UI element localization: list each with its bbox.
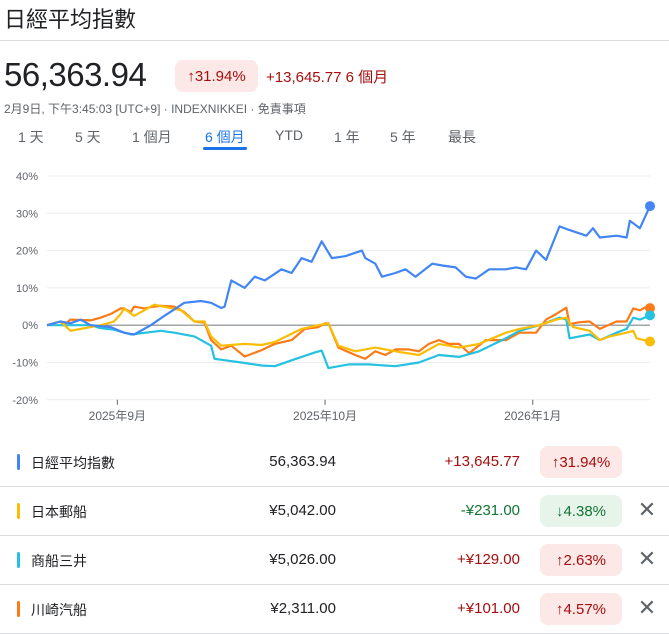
security-change-percent-badge: ↑2.63% (540, 544, 622, 576)
page-title: 日經平均指數 (4, 7, 137, 32)
tab-1d[interactable]: 1 天 (18, 127, 44, 147)
x-tick-label: 2025年9月 (89, 409, 146, 423)
stock-compare-panel: 日經平均指數 56,363.94 ↑31.94% +13,645.77 6 個月… (0, 0, 669, 634)
security-change: +¥101.00 (457, 600, 520, 617)
security-price: ¥2,311.00 (270, 600, 336, 617)
x-tick-label: 2026年1月 (504, 409, 561, 423)
tab-ytd[interactable]: YTD (275, 127, 303, 143)
series-color-marker (17, 454, 20, 470)
security-name: 商船三井 (31, 553, 87, 569)
security-price: ¥5,026.00 (269, 551, 336, 568)
security-change-percent-badge: ↑4.57% (540, 593, 622, 625)
security-change: +¥129.00 (457, 551, 520, 568)
tab-5d[interactable]: 5 天 (75, 127, 101, 147)
security-name: 川崎汽船 (31, 602, 87, 618)
change-percent-badge: ↑31.94% (175, 60, 258, 92)
divider (0, 40, 669, 41)
y-tick-label: 10% (16, 283, 38, 295)
tab-1m[interactable]: 1 個月 (132, 127, 172, 147)
y-tick-label: 40% (16, 171, 38, 183)
remove-comparison-icon[interactable]: ✕ (636, 497, 658, 523)
series-end-dot (645, 201, 655, 212)
remove-comparison-icon[interactable]: ✕ (636, 546, 658, 572)
security-price: ¥5,042.00 (269, 502, 336, 519)
security-change-percent-badge: ↓4.38% (540, 495, 622, 527)
table-row[interactable]: 川崎汽船 ¥2,311.00 +¥101.00 ↑4.57% ✕ (0, 585, 669, 633)
security-name: 日經平均指數 (31, 455, 115, 471)
x-tick-label: 2025年10月 (293, 409, 357, 423)
y-tick-label: -20% (12, 395, 38, 407)
series-end-dot (645, 310, 655, 321)
series-color-marker (17, 601, 20, 617)
remove-comparison-icon[interactable]: ✕ (636, 595, 658, 621)
table-row[interactable]: 商船三井 ¥5,026.00 +¥129.00 ↑2.63% ✕ (0, 536, 669, 584)
security-price: 56,363.94 (269, 453, 336, 470)
series-line-商船三井 (47, 314, 651, 370)
tab-1y[interactable]: 1 年 (334, 127, 360, 147)
y-tick-label: 0% (22, 320, 38, 332)
y-tick-label: -10% (12, 358, 38, 370)
table-row[interactable]: 日經平均指數 56,363.94 +13,645.77 ↑31.94% (0, 438, 669, 486)
tab-max[interactable]: 最長 (448, 127, 476, 147)
series-color-marker (17, 552, 20, 568)
y-tick-label: 20% (16, 246, 38, 258)
current-price: 56,363.94 (4, 56, 147, 93)
tab-5y[interactable]: 5 年 (390, 127, 416, 147)
table-row[interactable]: 日本郵船 ¥5,042.00 -¥231.00 ↓4.38% ✕ (0, 487, 669, 535)
security-name: 日本郵船 (31, 504, 87, 520)
security-change-percent-badge: ↑31.94% (540, 446, 622, 478)
change-amount: +13,645.77 6 個月 (266, 66, 388, 87)
quote-subtitle: 2月9日, 下午3:45:03 [UTC+9] · INDEXNIKKEI · … (4, 102, 306, 116)
comparison-chart[interactable]: 40% 30% 20% 10% 0% -10% -20% 2025年9月 2025年10月 202… (0, 162, 669, 432)
series-end-dot (645, 336, 655, 347)
tab-6m[interactable]: 6 個月 (203, 127, 247, 150)
y-tick-label: 30% (16, 208, 38, 220)
series-color-marker (17, 503, 20, 519)
change-period: 6 個月 (345, 69, 389, 86)
change-abs: +13,645.77 (266, 69, 342, 86)
security-change: +13,645.77 (444, 453, 521, 470)
security-change: -¥231.00 (460, 502, 520, 519)
